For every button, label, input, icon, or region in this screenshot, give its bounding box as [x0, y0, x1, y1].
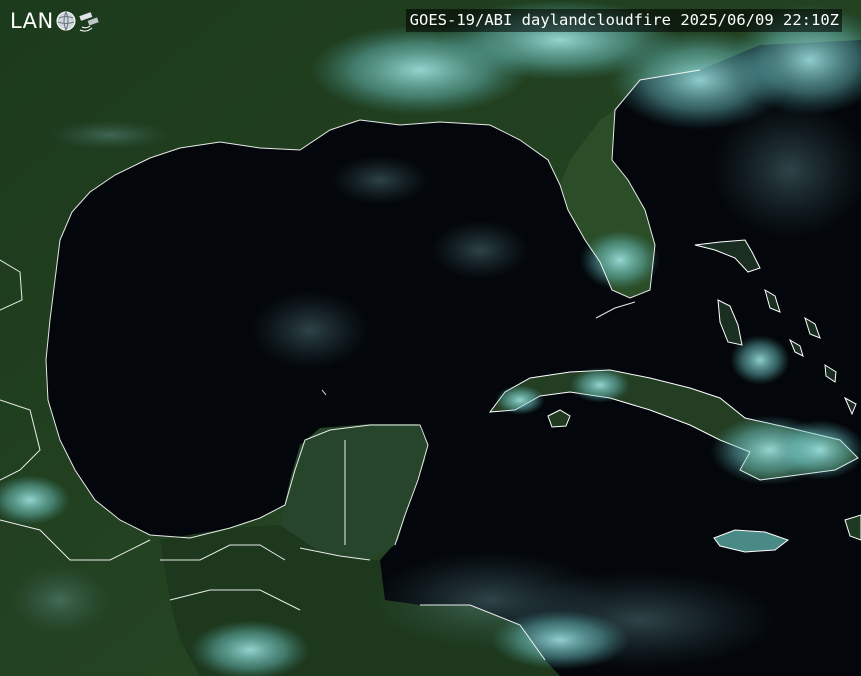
satellite-map — [0, 0, 861, 676]
lance-logo: LAN — [10, 9, 104, 33]
satellite-name: GOES-19/ABI — [409, 11, 513, 29]
observation-time: 22:10Z — [783, 11, 839, 29]
logo-text: LAN — [10, 9, 54, 33]
globe-satellite-icon — [56, 11, 99, 32]
product-name: daylandcloudfire — [521, 11, 671, 29]
satellite-image-frame: LAN GOES-19/ABI daylandcloudfire 2025/06… — [0, 0, 861, 676]
observation-date: 2025/06/09 — [680, 11, 774, 29]
image-caption-banner: GOES-19/ABI daylandcloudfire 2025/06/09 … — [405, 9, 842, 32]
